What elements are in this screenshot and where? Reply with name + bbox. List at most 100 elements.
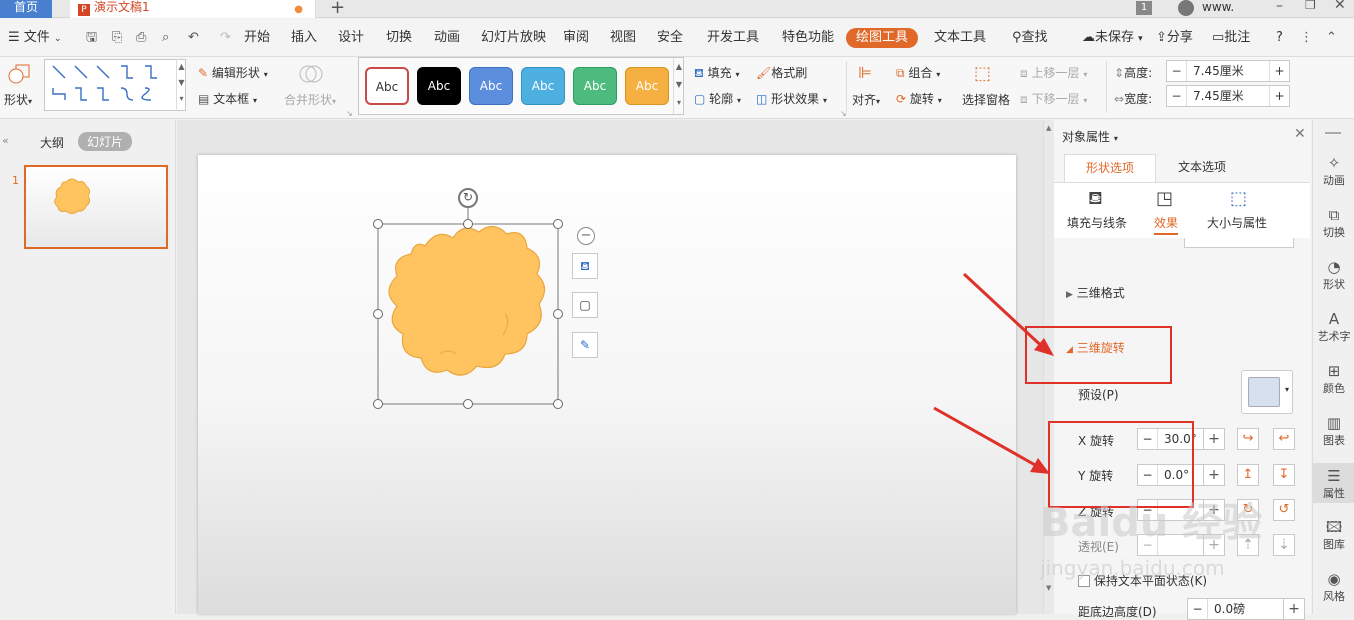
redo-icon[interactable]: ↷ (220, 29, 231, 47)
resize-handle-r[interactable] (553, 309, 563, 319)
sidebar-item-shape[interactable]: ◔ 形状 (1313, 258, 1354, 292)
scroll-up-icon[interactable]: ▲ (1046, 124, 1051, 132)
resize-handle-tl[interactable] (373, 219, 383, 229)
resize-handle-l[interactable] (373, 309, 383, 319)
print-icon[interactable]: ⎙ (136, 29, 146, 47)
tab-slides[interactable]: 幻灯片 (78, 132, 133, 151)
menu-item[interactable]: 幻灯片放映 (481, 29, 546, 47)
resize-handle-tr[interactable] (553, 219, 563, 229)
format-brush-button[interactable]: 🖌格式刷 (756, 64, 807, 81)
menu-item[interactable]: 开发工具 (707, 29, 759, 47)
merge-shape-button[interactable]: 合并形状▾ (284, 91, 336, 108)
more-icon[interactable]: ⋮ (1300, 29, 1313, 47)
bring-forward-button[interactable]: ⧈ 上移一层 ▾ (1020, 64, 1087, 81)
style-outline-red[interactable]: Abc (365, 67, 409, 105)
panel-close-icon[interactable]: ✕ (1294, 126, 1306, 142)
file-menu[interactable]: ☰ 文件 ⌄ (8, 29, 62, 48)
subtab-fill-line[interactable]: 填充与线条 (1067, 214, 1127, 231)
search-menu[interactable]: ⚲查找 (1012, 29, 1048, 47)
sidebar-item-transition[interactable]: ⧉ 切换 (1313, 206, 1354, 240)
subtab-effect[interactable]: 效果 (1154, 214, 1179, 235)
minimize-icon[interactable]: – (1276, 0, 1283, 14)
shape-effect-button[interactable]: ◫ 形状效果 ▾ (756, 90, 827, 107)
width-increase-button[interactable]: + (1269, 86, 1289, 106)
distance-increase-button[interactable]: + (1283, 598, 1305, 620)
sidebar-item-properties[interactable]: ☰ 属性 (1313, 463, 1354, 503)
tab-outline[interactable]: 大纲 (40, 134, 64, 151)
tab-shape-options[interactable]: 形状选项 (1064, 154, 1156, 182)
close-icon[interactable]: ✕ (1334, 0, 1346, 13)
scroll-down-icon[interactable]: ▼ (1046, 584, 1051, 592)
share-button[interactable]: ⇪分享 (1156, 29, 1193, 47)
z-rotate-ccw-icon[interactable]: ↺ (1273, 499, 1295, 521)
menu-item[interactable]: 切换 (386, 29, 412, 47)
subtab-size-properties[interactable]: 大小与属性 (1207, 214, 1267, 231)
save-status[interactable]: ☁未保存 ▾ (1082, 29, 1143, 48)
preset-picker[interactable]: ▾ (1241, 370, 1293, 414)
partial-field[interactable] (1184, 238, 1294, 248)
menu-item[interactable]: 安全 (657, 29, 683, 47)
line-gallery[interactable] (44, 59, 186, 111)
menu-item[interactable]: 设计 (338, 29, 364, 47)
menu-item[interactable]: 开始 (244, 29, 270, 47)
distance-input[interactable]: −0.0磅 (1187, 598, 1287, 620)
sidebar-item-animation[interactable]: ✧ 动画 (1313, 154, 1354, 188)
menu-item[interactable]: 绘图工具 (846, 28, 919, 48)
save-icon[interactable]: 🖫 (86, 29, 97, 47)
y-rotate-down-icon[interactable]: ↧ (1273, 464, 1295, 486)
tab-text-options[interactable]: 文本选项 (1156, 154, 1248, 182)
style-green[interactable]: Abc (573, 67, 617, 105)
fill-button[interactable]: ⛾ 填充 ▾ (694, 64, 740, 82)
slide-canvas[interactable] (198, 155, 1016, 614)
style-cyan[interactable]: Abc (521, 67, 565, 105)
selection-pane-button[interactable]: 选择窗格 (962, 91, 1010, 108)
sidebar-item-wordart[interactable]: A 艺术字 (1313, 310, 1354, 344)
y-increase-button[interactable]: + (1203, 464, 1225, 486)
section-3d-format[interactable]: ▶ 三维格式 (1066, 284, 1125, 301)
sidebar-item-style[interactable]: ◉ 风格 (1313, 570, 1354, 604)
resize-handle-bl[interactable] (373, 399, 383, 409)
collapse-panel-icon[interactable]: « (2, 134, 9, 147)
distance-decrease-button[interactable]: − (1188, 599, 1208, 619)
sidebar-item-color[interactable]: ⊞ 颜色 (1313, 362, 1354, 396)
avatar[interactable] (1178, 0, 1194, 16)
height-increase-button[interactable]: + (1269, 61, 1289, 81)
undo-icon[interactable]: ↶ (188, 29, 199, 47)
menu-item[interactable]: 动画 (434, 29, 460, 47)
resize-handle-br[interactable] (553, 399, 563, 409)
perspective-widen-icon[interactable]: ⇣ (1273, 534, 1295, 556)
menu-item[interactable]: 特色功能 (782, 29, 834, 47)
gallery-scroll[interactable]: ▲ ▼ ▾ (176, 59, 186, 111)
send-backward-button[interactable]: ⧈ 下移一层 ▾ (1020, 90, 1087, 107)
help-button[interactable]: ? (1276, 29, 1283, 47)
align-button[interactable]: 对齐▾ (852, 91, 880, 108)
menu-item[interactable]: 文本工具 (934, 29, 986, 47)
collapse-toolbar-icon[interactable]: − (577, 227, 595, 245)
height-decrease-button[interactable]: − (1167, 61, 1187, 81)
x-rotate-left-icon[interactable]: ↪ (1237, 428, 1259, 450)
preview-icon[interactable]: ⌕ (162, 29, 169, 47)
style-black[interactable]: Abc (417, 67, 461, 105)
resize-handle-t[interactable] (463, 219, 473, 229)
float-fill-icon[interactable]: ⛾ (572, 253, 598, 279)
rotation-handle-icon[interactable]: ↻ (458, 188, 478, 208)
shape-button[interactable]: 形状▾ (4, 91, 32, 108)
rotate-button[interactable]: ⟳ 旋转 ▾ (896, 90, 942, 107)
style-orange[interactable]: Abc (625, 67, 669, 105)
slide-thumbnail[interactable] (24, 165, 168, 249)
width-decrease-button[interactable]: − (1167, 86, 1187, 106)
sidebar-item-chart[interactable]: ▥ 图表 (1313, 414, 1354, 448)
new-tab-button[interactable]: + (330, 0, 345, 18)
style-gallery-scroll[interactable]: ▲ ▼ ▾ (673, 58, 684, 114)
textbox-button[interactable]: ▤ 文本框 ▾ (198, 90, 257, 107)
tab-home[interactable]: 首页 (0, 0, 52, 18)
user-name[interactable]: www. (1202, 0, 1234, 14)
panel-title[interactable]: 对象属性 ▾ (1062, 128, 1118, 145)
outline-button[interactable]: ▢ 轮廓 ▾ (694, 90, 741, 107)
tab-document[interactable]: P 演示文稿1 ● (70, 0, 316, 18)
group-button[interactable]: ⧉ 组合 ▾ (896, 64, 940, 81)
height-input[interactable]: −7.45厘米 + (1166, 60, 1290, 82)
float-outline-icon[interactable]: ▢ (572, 292, 598, 318)
group-expand-icon[interactable]: ↘ (346, 109, 353, 118)
float-brush-icon[interactable]: ✎ (572, 332, 598, 358)
